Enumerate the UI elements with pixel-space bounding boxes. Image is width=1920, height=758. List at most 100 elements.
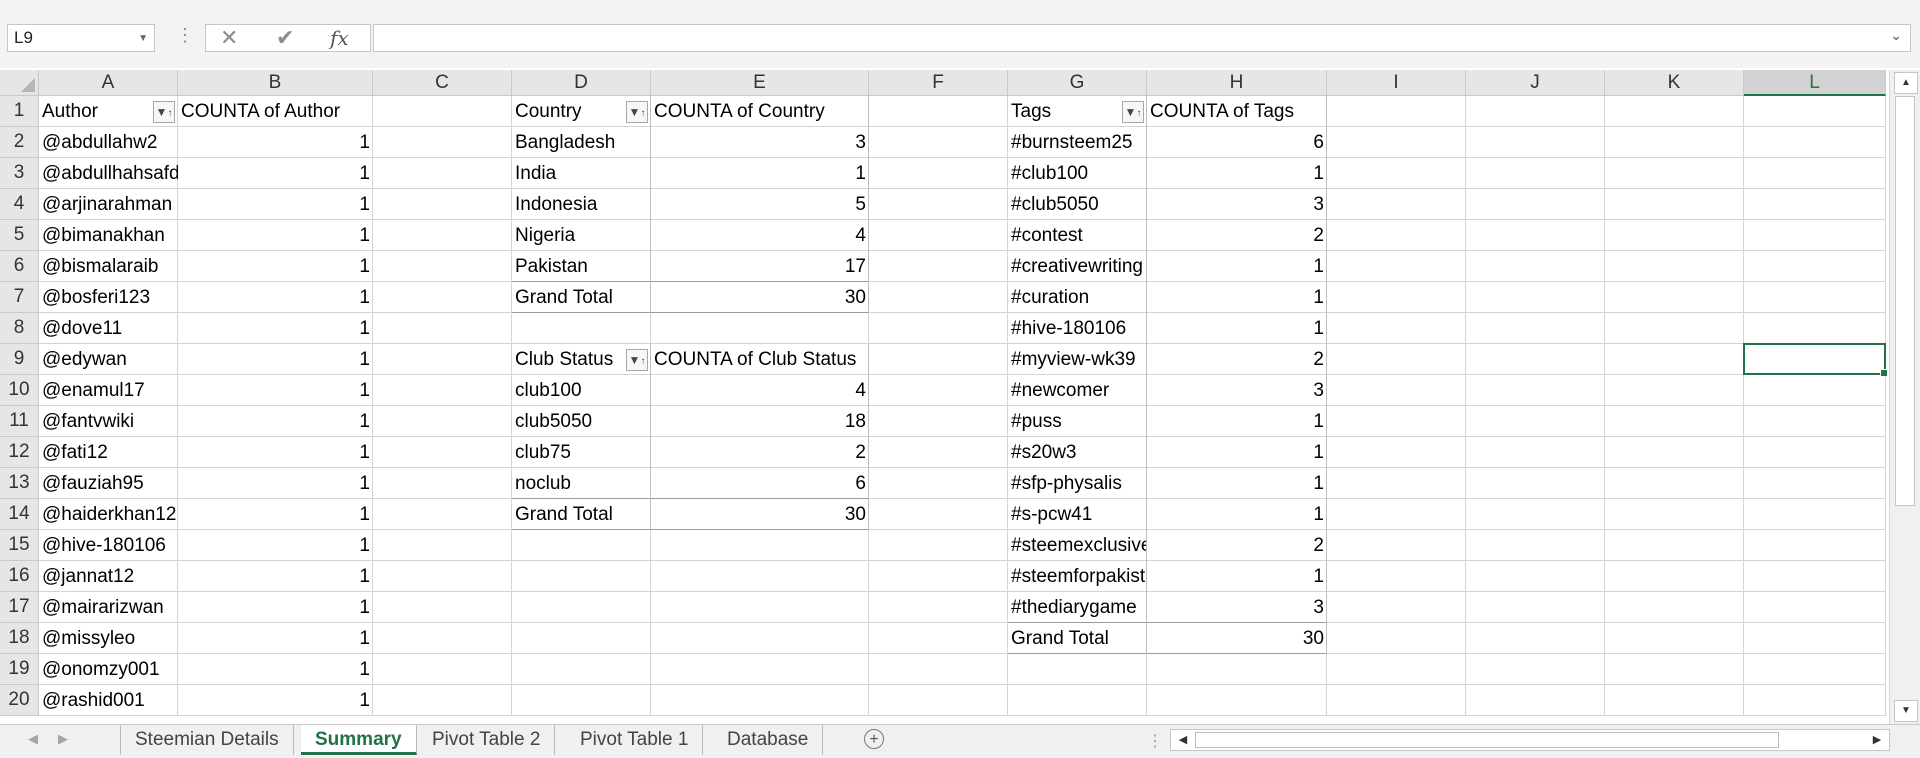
tag-cell[interactable]: #contest xyxy=(1008,220,1147,251)
country-grand-total-label[interactable]: Grand Total xyxy=(512,282,651,313)
club-grand-total-value[interactable]: 30 xyxy=(651,499,869,530)
author-count-cell[interactable]: 1 xyxy=(178,158,373,189)
tag-cell[interactable]: #puss xyxy=(1008,406,1147,437)
tag-cell[interactable]: #steemforpakistan xyxy=(1008,561,1147,592)
tag-cell[interactable]: #club5050 xyxy=(1008,189,1147,220)
tab-split-handle-icon[interactable]: ⋮ xyxy=(1147,731,1163,751)
author-cell[interactable]: @fauziah95 xyxy=(39,468,178,499)
author-count-cell[interactable]: 1 xyxy=(178,530,373,561)
column-header-f[interactable]: F xyxy=(869,70,1008,96)
author-cell[interactable]: @hive-180106 xyxy=(39,530,178,561)
country-count-cell[interactable]: 17 xyxy=(651,251,869,282)
tag-count-cell[interactable]: 2 xyxy=(1147,220,1327,251)
tag-cell[interactable]: #s-pcw41 xyxy=(1008,499,1147,530)
column-header-d[interactable]: D xyxy=(512,70,651,96)
author-count-cell[interactable]: 1 xyxy=(178,375,373,406)
tag-count-cell[interactable]: 1 xyxy=(1147,468,1327,499)
country-cell[interactable]: Indonesia xyxy=(512,189,651,220)
author-count-cell[interactable]: 1 xyxy=(178,220,373,251)
column-header-e[interactable]: E xyxy=(651,70,869,96)
name-box[interactable]: L9 ▼ xyxy=(7,24,155,52)
author-cell[interactable]: @fati12 xyxy=(39,437,178,468)
filter-dropdown-icon[interactable]: ▼↑ xyxy=(626,349,648,371)
row-header-13[interactable]: 13 xyxy=(0,468,39,499)
scroll-down-icon[interactable]: ▼ xyxy=(1894,700,1918,722)
club-status-count-header[interactable]: COUNTA of Club Status xyxy=(651,344,869,375)
row-header-12[interactable]: 12 xyxy=(0,437,39,468)
tag-cell[interactable]: #newcomer xyxy=(1008,375,1147,406)
tag-cell[interactable]: #curation xyxy=(1008,282,1147,313)
row-header-3[interactable]: 3 xyxy=(0,158,39,189)
author-cell[interactable]: @bimanakhan xyxy=(39,220,178,251)
tags-grand-total-value[interactable]: 30 xyxy=(1147,623,1327,654)
row-header-14[interactable]: 14 xyxy=(0,499,39,530)
formula-input[interactable]: ⌄ xyxy=(373,24,1911,52)
tag-cell[interactable]: #hive-180106 xyxy=(1008,313,1147,344)
fill-handle[interactable] xyxy=(1880,369,1888,377)
country-count-cell[interactable]: 1 xyxy=(651,158,869,189)
vertical-scrollbar[interactable]: ▲ ▼ xyxy=(1889,70,1920,724)
country-count-cell[interactable]: 3 xyxy=(651,127,869,158)
expand-formula-icon[interactable]: ⌄ xyxy=(1890,27,1902,44)
tag-cell[interactable]: #creativewriting xyxy=(1008,251,1147,282)
author-cell[interactable]: @onomzy001 xyxy=(39,654,178,685)
author-cell[interactable]: @abdullhahsafdar xyxy=(39,158,178,189)
tab-steemian-details[interactable]: Steemian Details xyxy=(120,725,294,755)
author-cell[interactable]: @bosferi123 xyxy=(39,282,178,313)
author-cell[interactable]: @abdullahw2 xyxy=(39,127,178,158)
row-header-16[interactable]: 16 xyxy=(0,561,39,592)
column-header-g[interactable]: G xyxy=(1008,70,1147,96)
club-status-cell[interactable]: noclub xyxy=(512,468,651,499)
close-icon[interactable]: ✕ xyxy=(220,26,238,50)
author-cell[interactable]: @missyleo xyxy=(39,623,178,654)
row-header-6[interactable]: 6 xyxy=(0,251,39,282)
select-all-corner[interactable] xyxy=(0,70,39,96)
author-cell[interactable]: @jannat12 xyxy=(39,561,178,592)
tab-summary[interactable]: Summary xyxy=(301,725,417,755)
author-cell[interactable]: @fantvwiki xyxy=(39,406,178,437)
column-header-k[interactable]: K xyxy=(1605,70,1744,96)
country-cell[interactable]: Nigeria xyxy=(512,220,651,251)
row-header-9[interactable]: 9 xyxy=(0,344,39,375)
tag-cell[interactable]: #thediarygame xyxy=(1008,592,1147,623)
club-status-cell[interactable]: club100 xyxy=(512,375,651,406)
filter-dropdown-icon[interactable]: ▼↑ xyxy=(626,101,648,123)
tag-count-cell[interactable]: 3 xyxy=(1147,592,1327,623)
tag-count-cell[interactable]: 2 xyxy=(1147,344,1327,375)
column-header-c[interactable]: C xyxy=(373,70,512,96)
tag-count-cell[interactable]: 1 xyxy=(1147,499,1327,530)
tag-count-cell[interactable]: 1 xyxy=(1147,313,1327,344)
author-count-cell[interactable]: 1 xyxy=(178,344,373,375)
tag-cell[interactable]: #club100 xyxy=(1008,158,1147,189)
row-header-1[interactable]: 1 xyxy=(0,96,39,127)
author-count-cell[interactable]: 1 xyxy=(178,282,373,313)
column-header-i[interactable]: I xyxy=(1327,70,1466,96)
author-count-cell[interactable]: 1 xyxy=(178,189,373,220)
tags-count-header[interactable]: COUNTA of Tags xyxy=(1147,96,1327,127)
author-cell[interactable]: @mairarizwan xyxy=(39,592,178,623)
author-count-cell[interactable]: 1 xyxy=(178,623,373,654)
prev-sheet-icon[interactable]: ◀ xyxy=(28,731,38,747)
check-icon[interactable]: ✔ xyxy=(276,26,294,50)
author-count-cell[interactable]: 1 xyxy=(178,685,373,716)
author-count-cell[interactable]: 1 xyxy=(178,127,373,158)
author-count-cell[interactable]: 1 xyxy=(178,437,373,468)
author-count-cell[interactable]: 1 xyxy=(178,468,373,499)
scroll-left-icon[interactable]: ◀ xyxy=(1173,730,1193,750)
insert-function-icon[interactable]: fx xyxy=(330,26,349,50)
tag-count-cell[interactable]: 3 xyxy=(1147,375,1327,406)
author-cell[interactable]: @haiderkhan12 xyxy=(39,499,178,530)
row-header-18[interactable]: 18 xyxy=(0,623,39,654)
row-header-8[interactable]: 8 xyxy=(0,313,39,344)
column-header-j[interactable]: J xyxy=(1466,70,1605,96)
row-header-20[interactable]: 20 xyxy=(0,685,39,716)
country-count-cell[interactable]: 4 xyxy=(651,220,869,251)
tag-count-cell[interactable]: 3 xyxy=(1147,189,1327,220)
club-status-count-cell[interactable]: 18 xyxy=(651,406,869,437)
row-header-7[interactable]: 7 xyxy=(0,282,39,313)
column-header-b[interactable]: B xyxy=(178,70,373,96)
tag-cell[interactable]: #sfp-physalis xyxy=(1008,468,1147,499)
row-header-2[interactable]: 2 xyxy=(0,127,39,158)
author-count-cell[interactable]: 1 xyxy=(178,251,373,282)
column-header-h[interactable]: H xyxy=(1147,70,1327,96)
